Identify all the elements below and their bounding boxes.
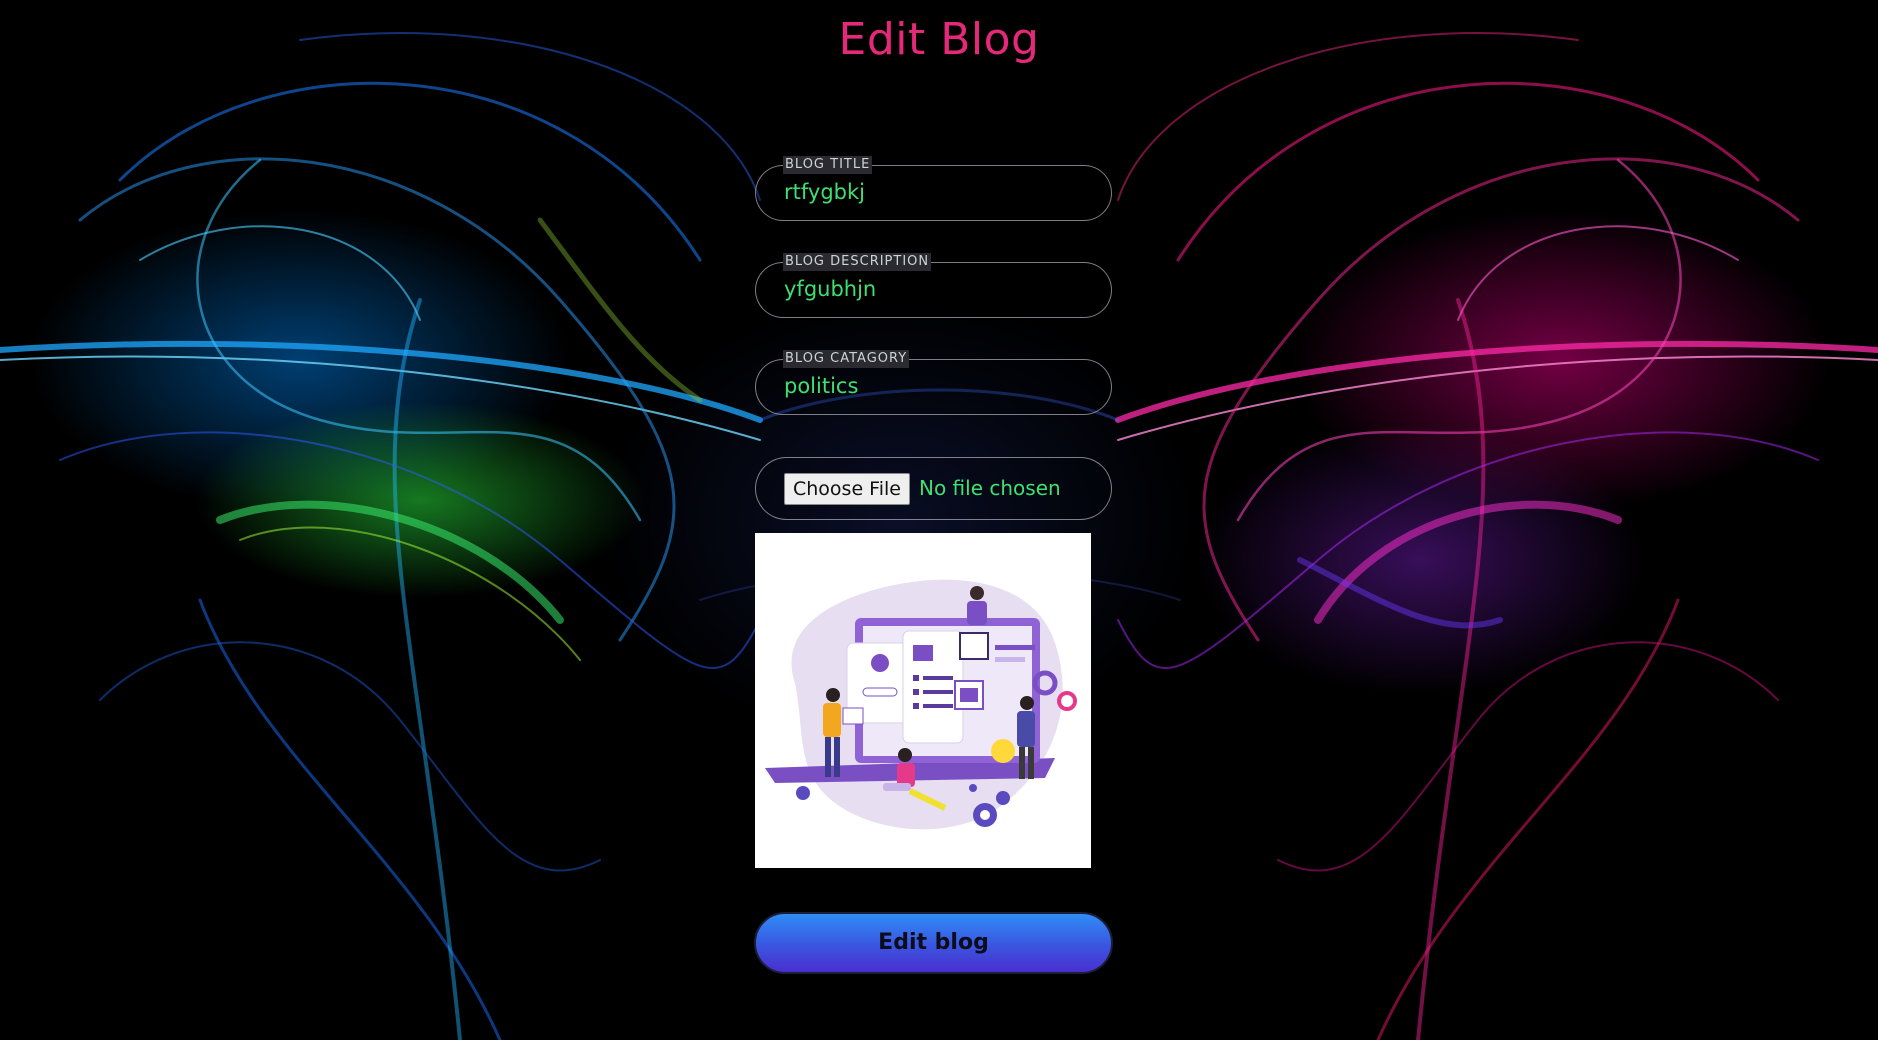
page: Edit Blog BLOG TITLE rtfygbkj BLOG DESCR… xyxy=(0,0,1878,1040)
blog-title-field[interactable]: BLOG TITLE rtfygbkj xyxy=(755,156,1112,221)
blog-title-legend: BLOG TITLE xyxy=(783,156,873,174)
blog-illustration-image xyxy=(765,579,1077,830)
blog-image-preview xyxy=(755,533,1091,868)
blog-description-input[interactable]: yfgubhjn xyxy=(784,277,876,301)
blog-description-field[interactable]: BLOG DESCRIPTION yfgubhjn xyxy=(755,253,1112,318)
file-status-text: No file chosen xyxy=(919,476,1061,500)
choose-file-button[interactable]: Choose File xyxy=(784,473,910,505)
blog-category-legend: BLOG CATAGORY xyxy=(783,350,910,368)
blog-description-legend: BLOG DESCRIPTION xyxy=(783,253,932,271)
background-swirl-art xyxy=(0,32,1878,1040)
page-title: Edit Blog xyxy=(838,14,1040,65)
blog-category-field[interactable]: BLOG CATAGORY politics xyxy=(755,350,1112,415)
file-upload-field[interactable]: Choose File No file chosen xyxy=(755,457,1112,520)
blog-title-input[interactable]: rtfygbkj xyxy=(784,180,865,204)
edit-blog-button[interactable]: Edit blog xyxy=(754,912,1113,974)
blog-category-input[interactable]: politics xyxy=(784,374,858,398)
